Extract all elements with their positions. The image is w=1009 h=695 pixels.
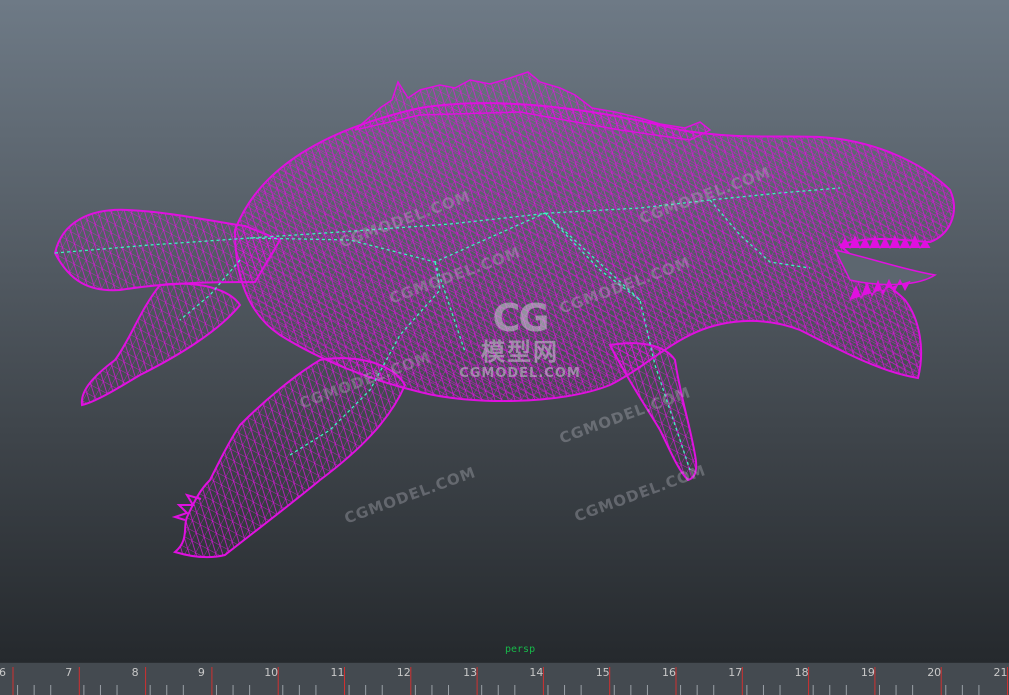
maya-viewport[interactable]: CGMODEL.COM CGMODEL.COM CGMODEL.COM CGMO… (0, 0, 1009, 662)
timeline-frame-number: 14 (529, 666, 544, 679)
timeline-frame-number: 20 (927, 666, 942, 679)
timeline-frame-number: 15 (595, 666, 610, 679)
timeline-frame-number: 18 (794, 666, 809, 679)
timeline-frame-number: 9 (197, 666, 205, 679)
timeline-frame-number: 19 (860, 666, 875, 679)
timeline-frame-number: 10 (264, 666, 279, 679)
timeline-frame-number: 12 (396, 666, 411, 679)
timeline-frame-number: 8 (131, 666, 139, 679)
cgmodel-logo: CG 模型网 CGMODEL.COM (455, 298, 585, 382)
timeline-frame-number: 6 (0, 666, 6, 679)
timeline-frame-number: 17 (728, 666, 743, 679)
logo-mark: CG (492, 296, 549, 340)
time-slider[interactable]: 6 7 8 9 10 11 12 13 14 15 16 17 18 19 20 21 (0, 662, 1009, 695)
camera-name-label: persp (505, 644, 536, 655)
timeline-frame-number: 7 (65, 666, 73, 679)
timeline-frame-number: 21 (993, 666, 1008, 679)
timeline-frame-number: 11 (330, 666, 345, 679)
timeline-frame-number: 13 (463, 666, 478, 679)
timeline-frame-number: 16 (662, 666, 676, 679)
logo-chinese-text: 模型网 (481, 338, 559, 366)
logo-english-text: CGMODEL.COM (459, 366, 581, 381)
time-slider-ticks (12, 667, 1008, 695)
